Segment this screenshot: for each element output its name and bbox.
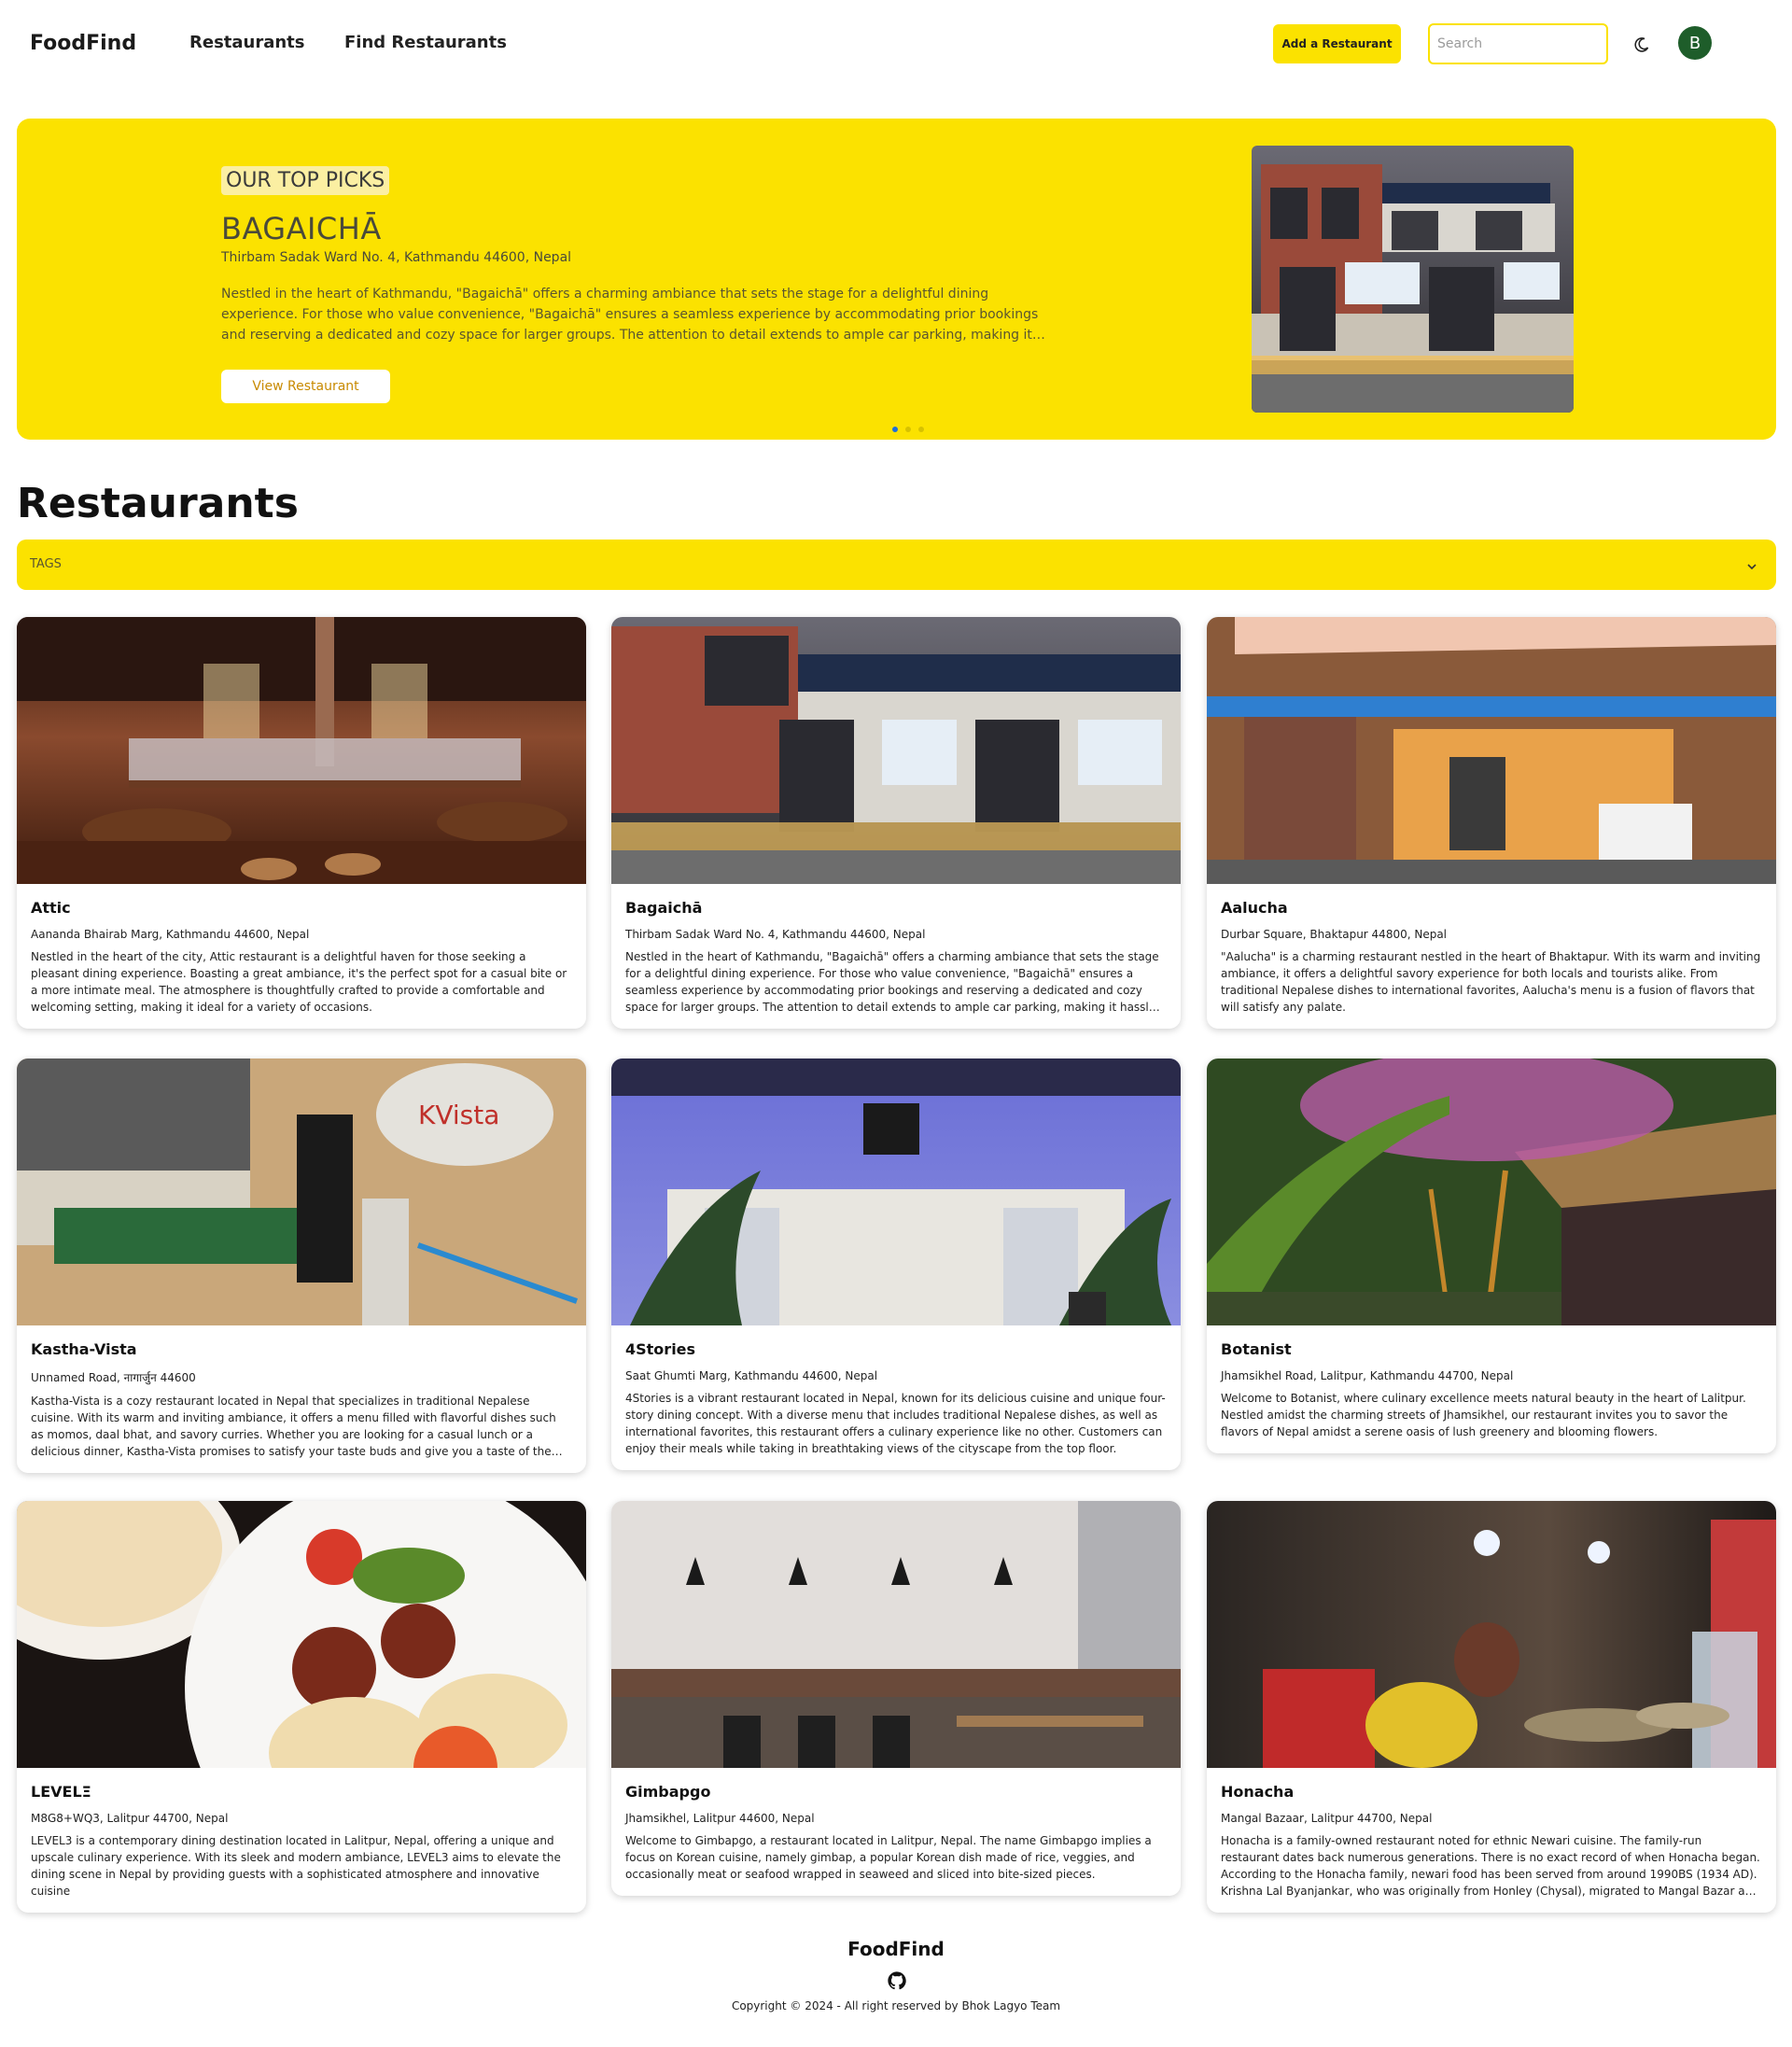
avatar[interactable]: B [1678, 26, 1712, 60]
restaurant-name: Bagaichā [625, 899, 703, 917]
restaurant-card[interactable]: Attic Aananda Bhairab Marg, Kathmandu 44… [17, 617, 586, 1029]
carousel-dot[interactable] [918, 427, 924, 432]
restaurant-card[interactable]: Honacha Mangal Bazaar, Lalitpur 44700, N… [1207, 1501, 1776, 1913]
tags-label: TAGS [30, 557, 62, 571]
restaurant-card[interactable]: Gimbapgo Jhamsikhel, Lalitpur 44600, Nep… [611, 1501, 1181, 1896]
restaurant-name: 4Stories [625, 1340, 696, 1358]
restaurant-image [611, 1501, 1181, 1768]
restaurant-description: Nestled in the heart of Kathmandu, "Baga… [625, 950, 1160, 1014]
restaurant-description: Nestled in the heart of the city, Attic … [31, 950, 567, 1014]
restaurant-description: Welcome to Gimbapgo, a restaurant locate… [625, 1834, 1152, 1881]
brand-logo[interactable]: FoodFind [30, 32, 136, 55]
footer-brand: FoodFind [847, 1938, 945, 1960]
restaurant-card[interactable]: Botanist Jhamsikhel Road, Lalitpur, Kath… [1207, 1059, 1776, 1453]
restaurant-name: Aalucha [1221, 899, 1288, 917]
hero-restaurant-title: BAGAICHĀ [221, 211, 382, 246]
hero-restaurant-description: Nestled in the heart of Kathmandu, "Baga… [221, 287, 1039, 343]
top-picks-badge: OUR TOP PICKS [221, 166, 390, 195]
chevron-down-icon [1746, 558, 1757, 570]
restaurant-name: Honacha [1221, 1783, 1295, 1801]
restaurant-card[interactable]: KVista Kastha-Vista Unnamed Road, नागार्… [17, 1059, 586, 1473]
restaurant-card[interactable]: LEVELΞ M8G8+WQ3, Lalitpur 44700, Nepal L… [17, 1501, 586, 1913]
restaurant-card[interactable]: 4Stories Saat Ghumti Marg, Kathmandu 446… [611, 1059, 1181, 1470]
restaurant-address: Jhamsikhel Road, Lalitpur, Kathmandu 447… [1221, 1369, 1514, 1382]
restaurant-image [17, 1501, 586, 1768]
tags-filter-dropdown[interactable]: TAGS [17, 540, 1776, 590]
restaurant-address: Mangal Bazaar, Lalitpur 44700, Nepal [1221, 1812, 1433, 1825]
restaurant-address: Durbar Square, Bhaktapur 44800, Nepal [1221, 928, 1448, 941]
search-input[interactable] [1428, 23, 1608, 64]
hero-restaurant-address: Thirbam Sadak Ward No. 4, Kathmandu 4460… [221, 250, 572, 265]
view-restaurant-button[interactable]: View Restaurant [221, 370, 390, 403]
restaurant-name: Kastha-Vista [31, 1340, 137, 1358]
restaurant-image [611, 617, 1181, 884]
restaurant-address: Jhamsikhel, Lalitpur 44600, Nepal [625, 1812, 815, 1825]
nav-link-find-restaurants[interactable]: Find Restaurants [344, 33, 507, 52]
restaurant-description: "Aalucha" is a charming restaurant nestl… [1221, 950, 1761, 1014]
restaurant-description: 4Stories is a vibrant restaurant located… [625, 1392, 1166, 1455]
carousel-dot[interactable] [905, 427, 911, 432]
restaurant-description: LEVEL3 is a contemporary dining destinat… [31, 1834, 561, 1898]
svg-text:KVista: KVista [418, 1100, 499, 1130]
restaurant-description: Welcome to Botanist, where culinary exce… [1221, 1392, 1746, 1438]
navbar: FoodFind Restaurants Find Restaurants Ad… [0, 0, 1792, 90]
restaurant-card[interactable]: Aalucha Durbar Square, Bhaktapur 44800, … [1207, 617, 1776, 1029]
restaurant-image [611, 1059, 1181, 1325]
restaurant-description: Kastha-Vista is a cozy restaurant locate… [31, 1395, 556, 1458]
hero-restaurant-image [1252, 146, 1574, 413]
restaurant-name: Attic [31, 899, 71, 917]
section-title: Restaurants [17, 480, 299, 527]
restaurant-address: Unnamed Road, नागार्जुन 44600 [31, 1371, 196, 1384]
restaurant-address: Saat Ghumti Marg, Kathmandu 44600, Nepal [625, 1369, 878, 1382]
carousel-dot[interactable] [892, 427, 898, 432]
restaurant-image: KVista [17, 1059, 586, 1325]
restaurant-name: Gimbapgo [625, 1783, 711, 1801]
nav-link-restaurants[interactable]: Restaurants [189, 33, 305, 52]
restaurant-image [1207, 617, 1776, 884]
restaurant-description: Honacha is a family-owned restaurant not… [1221, 1834, 1760, 1898]
restaurant-card[interactable]: Bagaichā Thirbam Sadak Ward No. 4, Kathm… [611, 617, 1181, 1029]
restaurant-address: Aananda Bhairab Marg, Kathmandu 44600, N… [31, 928, 310, 941]
moon-icon[interactable] [1631, 34, 1653, 56]
github-icon[interactable] [887, 1970, 907, 1991]
footer-copyright: Copyright © 2024 - All right reserved by… [731, 1999, 1061, 2012]
restaurant-name: LEVELΞ [31, 1783, 91, 1801]
top-picks-carousel: OUR TOP PICKS BAGAICHĀ Thirbam Sadak War… [17, 119, 1776, 440]
restaurant-name: Botanist [1221, 1340, 1292, 1358]
restaurant-address: M8G8+WQ3, Lalitpur 44700, Nepal [31, 1812, 229, 1825]
restaurant-image [1207, 1501, 1776, 1768]
add-restaurant-button[interactable]: Add a Restaurant [1273, 24, 1401, 63]
restaurant-image [1207, 1059, 1776, 1325]
restaurant-image [17, 617, 586, 884]
carousel-indicators [892, 427, 924, 432]
restaurant-address: Thirbam Sadak Ward No. 4, Kathmandu 4460… [625, 928, 926, 941]
